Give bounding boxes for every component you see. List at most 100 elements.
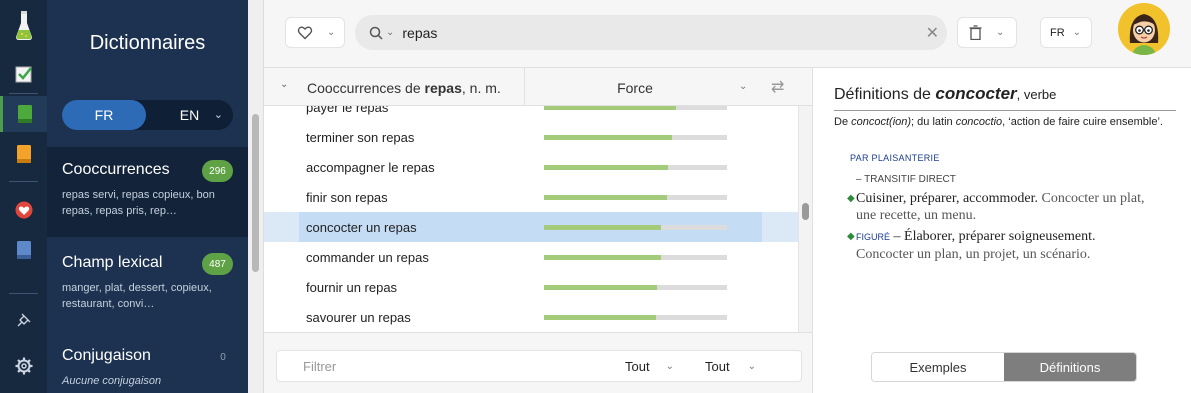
user-avatar[interactable] xyxy=(1118,3,1170,55)
favorite-button[interactable]: ⌄ xyxy=(285,17,345,48)
language-select[interactable]: FR ⌄ xyxy=(1040,17,1092,48)
count-badge: 487 xyxy=(202,253,233,275)
rail-favoris[interactable] xyxy=(0,192,47,228)
lang-en-option[interactable]: EN ⌄ xyxy=(146,100,233,130)
etymology-text: ; du latin xyxy=(911,116,956,128)
search-bar[interactable]: ⌄ ✕ xyxy=(355,15,947,50)
filter-bar: Tout ⌄ Tout ⌄ xyxy=(264,332,812,393)
collapse-chevron-icon[interactable]: ⌄ xyxy=(280,79,288,90)
blue-book-icon xyxy=(16,241,31,259)
panel-scrollbar[interactable] xyxy=(248,0,264,393)
filter-select-1[interactable]: Tout ⌄ xyxy=(625,359,674,374)
rail-separator xyxy=(9,181,38,182)
strength-bar-fill xyxy=(544,225,661,230)
cooccurrence-list: payer le repas terminer son repas accompag… xyxy=(264,106,798,332)
cooccurrence-label: terminer son repas xyxy=(306,130,415,145)
rail-separator xyxy=(9,93,38,94)
search-icon xyxy=(369,26,383,40)
top-toolbar: ⌄ ⌄ ✕ ⌄ FR ⌄ xyxy=(264,0,1191,68)
cooccurrence-label: commander un repas xyxy=(306,250,429,265)
list-item[interactable]: savourer un repas xyxy=(264,302,798,332)
rail-guides[interactable] xyxy=(0,136,47,172)
list-item[interactable]: accompagner le repas xyxy=(264,152,798,182)
strength-bar xyxy=(544,195,727,200)
construction-label: – TRANSITIF DIRECT xyxy=(856,174,956,185)
section-preview: repas servi, repas copieux, bon repas, r… xyxy=(62,189,215,217)
list-item[interactable]: fournir un repas xyxy=(264,272,798,302)
definitions-tabs: Exemples Définitions xyxy=(871,352,1137,382)
count-badge: 296 xyxy=(202,160,233,182)
register-label: PAR PLAISANTERIE xyxy=(850,153,940,163)
cooccurrence-label: accompagner le repas xyxy=(306,160,435,175)
definition-example: Concocter un plan, un projet, un scénari… xyxy=(856,247,1091,262)
definition-text: – Élaborer, préparer soigneusement. xyxy=(890,229,1096,244)
list-item[interactable]: terminer son repas xyxy=(264,122,798,152)
chevron-down-icon[interactable]: ⌄ xyxy=(739,81,747,92)
strength-bar-fill xyxy=(544,135,672,140)
cooccurrence-label: finir son repas xyxy=(306,190,388,205)
heart-outline-icon xyxy=(297,26,313,40)
app-logo[interactable] xyxy=(0,4,47,48)
list-title-suffix: , n. m. xyxy=(461,80,501,96)
list-title: Cooccurrences de repas, n. m. xyxy=(307,80,501,96)
part-of-speech: , verbe xyxy=(1016,87,1057,102)
search-input[interactable] xyxy=(402,24,903,41)
cooccurrence-label: payer le repas xyxy=(306,106,389,115)
scrollbar-thumb[interactable] xyxy=(802,203,809,220)
panel-title: Dictionnaires xyxy=(89,32,206,54)
cooccurrence-label: savourer un repas xyxy=(306,310,411,325)
definition-title-prefix: Définitions de xyxy=(834,86,936,103)
list-scrollbar[interactable] xyxy=(798,106,812,332)
rail-correcteur[interactable] xyxy=(0,56,47,92)
strength-bar-fill xyxy=(544,165,668,170)
strength-bar xyxy=(544,106,727,110)
etymology: De concoct(ion); du latin concoctio, ‘ac… xyxy=(834,114,1164,130)
strength-bar xyxy=(544,255,727,260)
filter-select-2[interactable]: Tout ⌄ xyxy=(705,359,756,374)
pin-icon xyxy=(17,313,30,327)
section-title: Conjugaison xyxy=(62,347,151,364)
list-item[interactable]: concocter un repas xyxy=(264,212,798,242)
delete-button[interactable]: ⌄ xyxy=(957,17,1017,48)
avatar-icon xyxy=(1118,3,1170,55)
list-item[interactable]: commander un repas xyxy=(264,242,798,272)
list-item[interactable]: finir son repas xyxy=(264,182,798,212)
definition-text: Cuisiner, préparer, accommoder. xyxy=(856,191,1038,206)
list-item[interactable]: payer le repas xyxy=(264,106,798,122)
tab-exemples[interactable]: Exemples xyxy=(872,353,1004,381)
definition-title: Définitions de concocter, verbe xyxy=(834,84,1176,111)
strength-bar-fill xyxy=(544,195,667,200)
swap-icon[interactable]: ⇄ xyxy=(771,77,784,97)
filter-input[interactable] xyxy=(303,359,553,374)
rail-dictionnaires[interactable] xyxy=(0,96,47,132)
section-conjugaison[interactable]: Conjugaison 0 Aucune conjugaison xyxy=(47,333,248,393)
section-champ-lexical[interactable]: Champ lexical 487 manger, plat, dessert,… xyxy=(47,240,248,330)
gear-icon xyxy=(15,357,32,375)
green-book-icon xyxy=(18,105,32,123)
strength-bar-fill xyxy=(544,106,676,110)
chevron-down-icon: ⌄ xyxy=(996,27,1005,38)
clear-search-icon[interactable]: ✕ xyxy=(926,23,939,43)
lang-fr-option[interactable]: FR xyxy=(62,100,146,130)
diamond-bullet-icon: ◆ xyxy=(847,193,855,204)
force-column-header[interactable]: Force xyxy=(525,80,745,96)
diamond-bullet-icon: ◆ xyxy=(847,231,855,242)
tab-definitions[interactable]: Définitions xyxy=(1004,353,1136,381)
definitions-panel: Définitions de concocter, verbe De conco… xyxy=(812,68,1191,393)
language-toggle: FR EN ⌄ xyxy=(62,100,233,130)
scrollbar-thumb[interactable] xyxy=(252,114,259,272)
rail-pin[interactable] xyxy=(0,302,47,338)
rail-settings[interactable] xyxy=(0,348,47,384)
search-options[interactable]: ⌄ xyxy=(369,26,394,40)
app-rail xyxy=(0,0,47,393)
list-title-word: repas xyxy=(424,80,462,96)
etymology-term: concoct(ion) xyxy=(851,116,912,128)
strength-bar xyxy=(544,225,727,230)
definition-1: ◆ Cuisiner, préparer, accommoder. Concoc… xyxy=(847,190,1156,224)
language-value: FR xyxy=(1050,26,1065,39)
strength-bar xyxy=(544,135,727,140)
rail-grammaire[interactable] xyxy=(0,232,47,268)
section-cooccurrences[interactable]: Cooccurrences 296 repas servi, repas cop… xyxy=(47,147,248,237)
strength-bar-fill xyxy=(544,255,661,260)
checkbox-icon xyxy=(15,66,32,83)
